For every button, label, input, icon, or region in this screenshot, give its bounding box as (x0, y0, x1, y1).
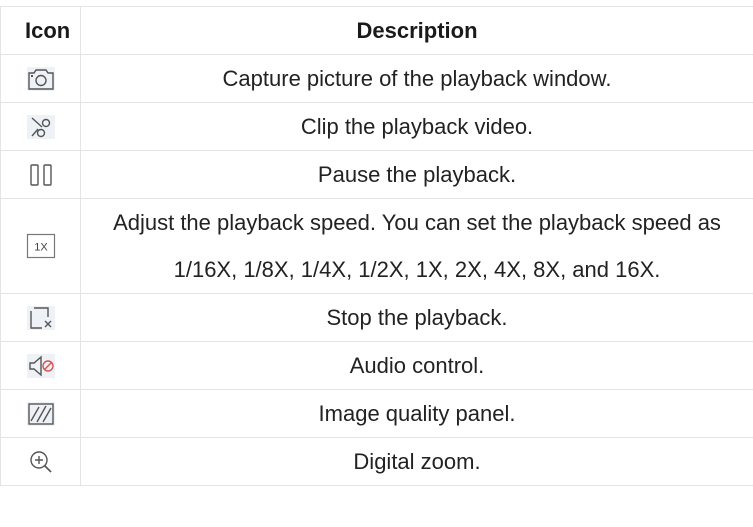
icon-cell (0, 437, 81, 486)
description-cell: Clip the playback video. (80, 102, 753, 151)
table-header-row: Icon Description (0, 6, 753, 55)
speed-1x-icon: 1X (26, 233, 55, 259)
camera-icon (26, 66, 55, 91)
table-row: Capture picture of the playback window. (0, 54, 753, 103)
description-cell: Pause the playback. (80, 150, 753, 199)
stop-icon (26, 305, 55, 330)
table-row: Audio control. (0, 341, 753, 390)
icon-cell (0, 341, 81, 390)
scissors-icon (26, 114, 55, 139)
table-row: Pause the playback. (0, 150, 753, 199)
table-row: Image quality panel. (0, 389, 753, 438)
icon-cell: 1X (0, 198, 81, 294)
table-row: Stop the playback. (0, 293, 753, 342)
description-cell: Audio control. (80, 341, 753, 390)
table-row: Clip the playback video. (0, 102, 753, 151)
pause-icon (29, 163, 52, 186)
description-cell: Digital zoom. (80, 437, 753, 486)
description-cell: Adjust the playback speed. You can set t… (80, 198, 753, 294)
audio-muted-icon (26, 353, 55, 378)
description-cell: Capture picture of the playback window. (80, 54, 753, 103)
icon-column-header: Icon (0, 6, 81, 55)
icon-cell (0, 389, 81, 438)
zoom-in-icon (29, 450, 52, 473)
icon-cell (0, 150, 81, 199)
icon-cell (0, 293, 81, 342)
icon-cell (0, 54, 81, 103)
description-cell: Image quality panel. (80, 389, 753, 438)
icon-description-table: Icon Description Capture picture of the … (0, 6, 753, 486)
icon-cell (0, 102, 81, 151)
description-column-header: Description (80, 6, 753, 55)
table-row: Digital zoom. (0, 437, 753, 486)
description-cell: Stop the playback. (80, 293, 753, 342)
speed-1x-label: 1X (34, 242, 48, 254)
image-quality-icon (26, 401, 55, 426)
table-row: 1X Adjust the playback speed. You can se… (0, 198, 753, 294)
